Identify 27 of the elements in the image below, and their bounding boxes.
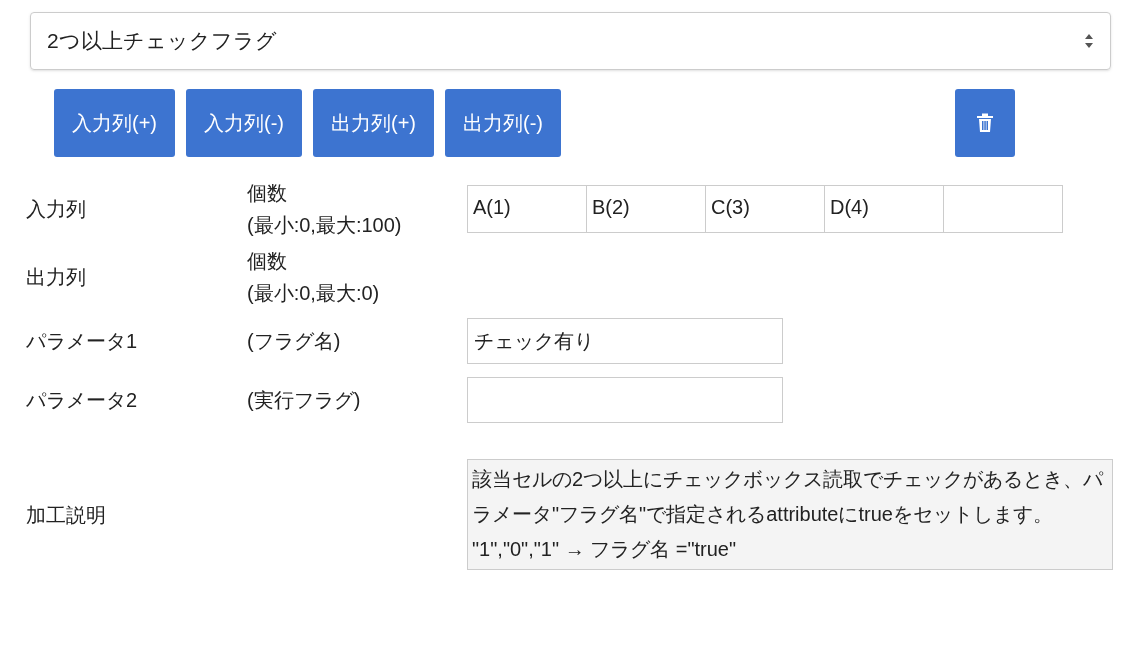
column-cell[interactable]: D(4) xyxy=(824,185,944,233)
hint-text: (フラグ名) xyxy=(247,328,341,354)
parameter-field[interactable]: チェック有り xyxy=(467,317,783,364)
column-button[interactable]: 入力列(+) xyxy=(54,89,175,157)
hint-text: (実行フラグ) xyxy=(247,387,361,413)
function-select[interactable]: 2つ以上チェックフラグ xyxy=(30,12,1111,70)
column-cell[interactable]: C(3) xyxy=(705,185,825,233)
column-button[interactable]: 出力列(+) xyxy=(313,89,434,157)
trash-icon xyxy=(976,113,994,133)
row-label: パラメータ2 xyxy=(26,387,139,413)
description-box: 該当セルの2つ以上にチェックボックス読取でチェックがあるとき、パラメータ"フラグ名"で指定されるattributeにtrueをセットします。 "1","0","1" → フラグ名 ="true" xyxy=(467,459,1113,570)
column-cell[interactable]: B(2) xyxy=(586,185,706,233)
column-button[interactable]: 入力列(-) xyxy=(186,89,302,157)
hint-text: (最小:0,最大:0) xyxy=(247,281,380,306)
column-cell[interactable]: A(1) xyxy=(467,185,587,233)
column-button[interactable]: 出力列(-) xyxy=(445,89,561,157)
sort-arrows-icon xyxy=(1084,33,1094,49)
delete-button[interactable] xyxy=(955,89,1015,157)
parameter-field[interactable] xyxy=(467,376,783,423)
row-label: パラメータ1 xyxy=(26,328,139,354)
hint-text: 個数 xyxy=(247,181,287,206)
hint-text: 個数 xyxy=(247,249,287,274)
column-cell[interactable] xyxy=(943,185,1063,233)
row-label: 入力列 xyxy=(26,197,87,222)
hint-text: (最小:0,最大:100) xyxy=(247,213,402,238)
row-label: 出力列 xyxy=(26,265,87,290)
row-label: 加工説明 xyxy=(26,502,107,528)
